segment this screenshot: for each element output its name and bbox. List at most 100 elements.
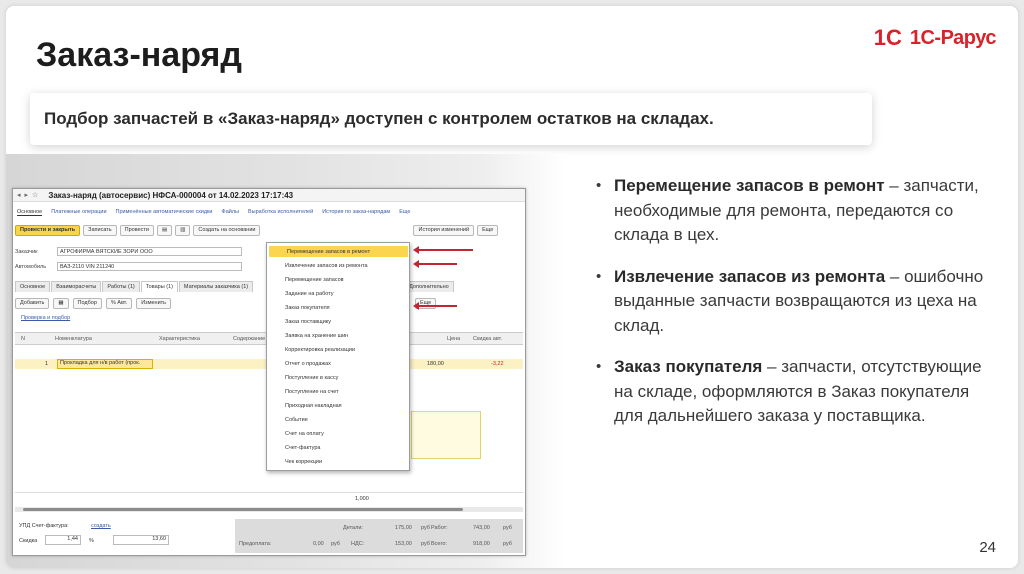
logo-mark: 1С: [873, 25, 902, 50]
select-button[interactable]: Подбор: [72, 297, 102, 309]
col-characteristic: Характеристика: [159, 335, 200, 342]
menu-item-transfer-to-repair[interactable]: Перемещение запасов в ремонт: [269, 246, 408, 257]
prepay-currency: руб: [331, 541, 340, 547]
bullet-item: • Перемещение запасов в ремонт – запчаст…: [596, 174, 996, 248]
goods-value: 175,00: [395, 525, 412, 531]
works-label: Работ:: [431, 525, 448, 531]
menu-item-goods-receipt[interactable]: Приходная накладная: [267, 400, 409, 411]
customer-field[interactable]: АГРОФИРМА ВЯТСКИЕ ЗОРИ ООО: [57, 247, 242, 256]
forward-icon[interactable]: ▸: [25, 191, 29, 199]
check-select-link[interactable]: Проверка и подбор: [21, 315, 70, 321]
attach-icon[interactable]: ▥: [175, 224, 191, 236]
row-discount: -3,22: [491, 361, 504, 367]
info-note: [411, 411, 481, 459]
scroll-thumb[interactable]: [23, 508, 463, 511]
discount-label: Скидка: [19, 538, 38, 544]
tab-main[interactable]: Основное: [15, 281, 51, 292]
bullet-text: Перемещение запасов в ремонт – запчасти,…: [614, 174, 996, 248]
arrow-icon: [413, 260, 457, 268]
bullet-heading: Перемещение запасов в ремонт: [614, 176, 885, 195]
banner: Подбор запчастей в «Заказ-наряд» доступе…: [30, 93, 872, 145]
total-currency: руб: [503, 541, 512, 547]
bullet-icon: •: [596, 267, 602, 285]
col-discount: Скидка авт.: [473, 335, 503, 342]
bullet-icon: •: [596, 358, 602, 375]
form-nav: Основное Платежные операции Применённые …: [13, 206, 525, 218]
vat-currency: руб: [421, 541, 430, 547]
tab-goods[interactable]: Товары (1): [140, 281, 178, 292]
auto-discount-button[interactable]: % Авт.: [105, 297, 133, 309]
nav-link[interactable]: Еще: [399, 209, 410, 215]
tab-materials[interactable]: Материалы заказчика (1): [178, 281, 254, 292]
menu-item-sales-report[interactable]: Отчет о продажах: [267, 358, 409, 369]
menu-item-work-task[interactable]: Задание на работу: [267, 288, 409, 299]
table-total-bar: 1,000: [15, 492, 523, 505]
nav-link[interactable]: Выработка исполнителей: [248, 209, 313, 215]
tab-extra[interactable]: Дополнительно: [404, 281, 454, 292]
row-number: 1: [45, 361, 49, 367]
brand-logo: 1С 1С-Рарус: [873, 20, 997, 56]
tab-works[interactable]: Работы (1): [102, 281, 140, 292]
nav-link[interactable]: Файлы: [222, 209, 239, 215]
menu-item-cash-receipt[interactable]: Поступление в кассу: [267, 372, 409, 383]
post-close-button[interactable]: Провести и закрыть: [15, 224, 81, 236]
menu-item-supplier-order[interactable]: Заказ поставщику: [267, 316, 409, 327]
menu-item-transfer[interactable]: Перемещение запасов: [267, 274, 409, 285]
car-label: Автомобиль: [15, 263, 47, 270]
menu-item-correction-receipt[interactable]: Чек коррекции: [267, 456, 409, 467]
menu-item-event[interactable]: Событие: [267, 414, 409, 425]
tab-settlements[interactable]: Взаиморасчеты: [51, 281, 102, 292]
more-button[interactable]: Еще: [477, 224, 499, 236]
print-icon[interactable]: ▤: [157, 224, 173, 236]
star-icon[interactable]: ☆: [32, 191, 38, 199]
customer-row: Заказчик АГРОФИРМА ВЯТСКИЕ ЗОРИ ООО: [15, 246, 242, 257]
col-name: Номенклатура: [55, 335, 92, 342]
menu-item-sales-correction[interactable]: Корректировка реализации: [267, 344, 409, 355]
bullet-heading: Заказ покупателя: [614, 357, 763, 376]
horizontal-scrollbar[interactable]: [15, 507, 523, 512]
logo-brand: 1С-Рарус: [909, 26, 997, 49]
create-based-button[interactable]: Создать на основании: [193, 224, 261, 236]
nav-link[interactable]: Применённые автоматические скидки: [116, 209, 213, 215]
bullet-text: Заказ покупателя – запчасти, отсутствующ…: [614, 355, 996, 429]
menu-item-tax-invoice[interactable]: Счет-фактура: [267, 442, 409, 453]
row-name-cell[interactable]: Прокладка для н/в работ (прок.: [57, 359, 153, 369]
car-field[interactable]: ВАЗ-2110 VIN 211240: [57, 262, 242, 271]
col-content: Содержание: [233, 335, 266, 342]
page-number: 24: [979, 539, 996, 556]
menu-item-customer-order[interactable]: Заказ покупателя: [267, 302, 409, 313]
history-button[interactable]: История изменений: [413, 224, 475, 236]
change-button[interactable]: Изменить: [136, 297, 172, 309]
total-value: 918,00: [473, 541, 490, 547]
window-title: Заказ-наряд (автосервис) НФСА-000004 от …: [48, 190, 294, 200]
nav-link[interactable]: Платежные операции: [51, 209, 106, 215]
create-based-menu: Перемещение запасов в ремонт Извлечение …: [266, 242, 410, 471]
goods-currency: руб: [421, 525, 430, 531]
form-toolbar: Провести и закрыть Записать Провести ▤ ▥…: [15, 223, 523, 237]
add-button[interactable]: Добавить: [15, 297, 50, 309]
car-row: Автомобиль ВАЗ-2110 VIN 211240: [15, 261, 242, 272]
back-icon[interactable]: ◂: [17, 191, 21, 199]
prepay-value: 0,00: [313, 541, 324, 547]
arrow-icon: [413, 302, 457, 310]
create-invoice-link[interactable]: создать: [91, 523, 111, 529]
nav-link[interactable]: Основное: [17, 209, 43, 216]
discount-sum-field[interactable]: 13,60: [113, 535, 169, 545]
menu-item-bank-receipt[interactable]: Поступление на счет: [267, 386, 409, 397]
post-button[interactable]: Провести: [119, 224, 155, 236]
menu-item-extract-from-repair[interactable]: Извлечение запасов из ремонта: [267, 260, 409, 271]
bullet-icon: •: [596, 177, 602, 194]
row-price: 180,00: [427, 361, 444, 367]
total-label: Всего:: [431, 541, 447, 547]
copy-icon[interactable]: ▦: [53, 297, 69, 309]
window-titlebar: ◂ ▸ ☆ Заказ-наряд (автосервис) НФСА-0000…: [13, 189, 525, 202]
bullet-item: • Заказ покупателя – запчасти, отсутству…: [596, 355, 996, 429]
menu-item-tire-storage[interactable]: Заявка на хранение шин: [267, 330, 409, 341]
prepay-label: Предоплата:: [239, 541, 272, 547]
menu-item-invoice[interactable]: Счет на оплату: [267, 428, 409, 439]
nav-link[interactable]: История по заказ-нарядам: [322, 209, 390, 215]
works-value: 743,00: [473, 525, 490, 531]
slide: Заказ-наряд 1С 1С-Рарус Подбор запчастей…: [6, 6, 1018, 568]
discount-field[interactable]: 1,44: [45, 535, 81, 545]
write-button[interactable]: Записать: [83, 224, 117, 236]
